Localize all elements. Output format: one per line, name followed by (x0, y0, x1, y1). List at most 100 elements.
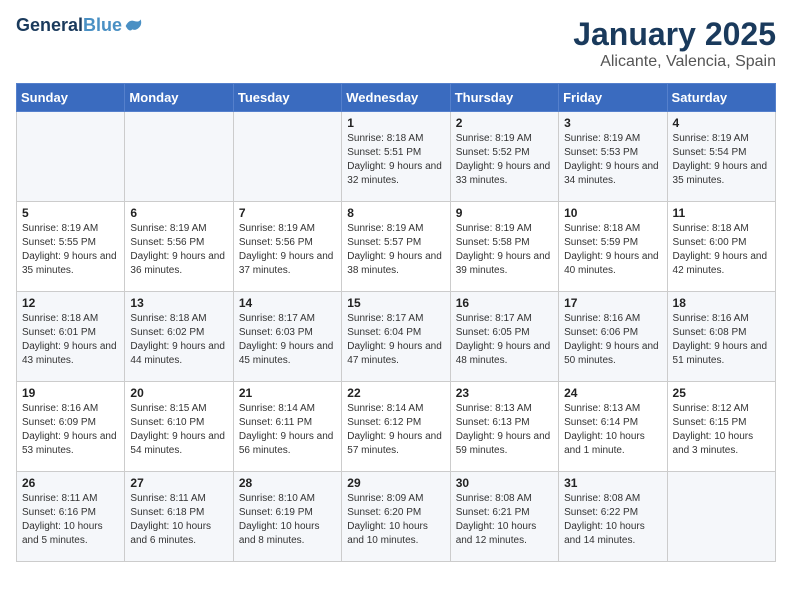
day-info: Sunrise: 8:10 AM Sunset: 6:19 PM Dayligh… (239, 492, 336, 548)
calendar-cell: 13 Sunrise: 8:18 AM Sunset: 6:02 PM Dayli… (125, 292, 233, 382)
day-info: Sunrise: 8:11 AM Sunset: 6:16 PM Dayligh… (22, 492, 119, 548)
day-number: 9 (456, 206, 553, 220)
day-number: 20 (130, 386, 227, 400)
day-number: 16 (456, 296, 553, 310)
day-info: Sunrise: 8:16 AM Sunset: 6:08 PM Dayligh… (673, 312, 770, 368)
day-number: 6 (130, 206, 227, 220)
calendar-cell: 28 Sunrise: 8:10 AM Sunset: 6:19 PM Dayli… (233, 472, 341, 562)
day-number: 11 (673, 206, 770, 220)
calendar-cell (125, 112, 233, 202)
day-number: 23 (456, 386, 553, 400)
calendar-week-row: 19 Sunrise: 8:16 AM Sunset: 6:09 PM Dayli… (17, 382, 776, 472)
weekday-header-cell: Saturday (667, 84, 775, 112)
calendar-cell: 30 Sunrise: 8:08 AM Sunset: 6:21 PM Dayli… (450, 472, 558, 562)
day-number: 15 (347, 296, 444, 310)
day-info: Sunrise: 8:18 AM Sunset: 6:01 PM Dayligh… (22, 312, 119, 368)
calendar-cell: 16 Sunrise: 8:17 AM Sunset: 6:05 PM Dayli… (450, 292, 558, 382)
day-info: Sunrise: 8:19 AM Sunset: 5:53 PM Dayligh… (564, 132, 661, 188)
calendar-cell: 1Sunrise: 8:18 AM Sunset: 5:51 PM Daylig… (342, 112, 450, 202)
page-header: GeneralBlue January 2025 Alicante, Valen… (16, 16, 776, 71)
day-number: 2 (456, 116, 553, 130)
calendar-cell: 6Sunrise: 8:19 AM Sunset: 5:56 PM Daylig… (125, 202, 233, 292)
calendar-cell (17, 112, 125, 202)
calendar-cell: 7 Sunrise: 8:19 AM Sunset: 5:56 PM Daylig… (233, 202, 341, 292)
logo-text: GeneralBlue (16, 16, 122, 36)
day-number: 25 (673, 386, 770, 400)
day-number: 14 (239, 296, 336, 310)
weekday-header-row: SundayMondayTuesdayWednesdayThursdayFrid… (17, 84, 776, 112)
day-info: Sunrise: 8:19 AM Sunset: 5:57 PM Dayligh… (347, 222, 444, 278)
day-info: Sunrise: 8:17 AM Sunset: 6:04 PM Dayligh… (347, 312, 444, 368)
title-block: January 2025 Alicante, Valencia, Spain (573, 16, 776, 71)
month-title: January 2025 (573, 16, 776, 53)
calendar-cell: 18 Sunrise: 8:16 AM Sunset: 6:08 PM Dayli… (667, 292, 775, 382)
day-number: 21 (239, 386, 336, 400)
calendar-cell: 26 Sunrise: 8:11 AM Sunset: 6:16 PM Dayli… (17, 472, 125, 562)
calendar-cell: 31 Sunrise: 8:08 AM Sunset: 6:22 PM Dayli… (559, 472, 667, 562)
day-number: 19 (22, 386, 119, 400)
calendar-cell: 24 Sunrise: 8:13 AM Sunset: 6:14 PM Dayli… (559, 382, 667, 472)
calendar-cell: 11 Sunrise: 8:18 AM Sunset: 6:00 PM Dayli… (667, 202, 775, 292)
day-number: 1 (347, 116, 444, 130)
day-number: 4 (673, 116, 770, 130)
calendar-cell: 8 Sunrise: 8:19 AM Sunset: 5:57 PM Daylig… (342, 202, 450, 292)
weekday-header-cell: Monday (125, 84, 233, 112)
day-number: 8 (347, 206, 444, 220)
logo: GeneralBlue (16, 16, 144, 36)
calendar-cell: 5Sunrise: 8:19 AM Sunset: 5:55 PM Daylig… (17, 202, 125, 292)
calendar-week-row: 1Sunrise: 8:18 AM Sunset: 5:51 PM Daylig… (17, 112, 776, 202)
day-info: Sunrise: 8:18 AM Sunset: 6:02 PM Dayligh… (130, 312, 227, 368)
calendar-cell: 4Sunrise: 8:19 AM Sunset: 5:54 PM Daylig… (667, 112, 775, 202)
calendar-week-row: 26 Sunrise: 8:11 AM Sunset: 6:16 PM Dayli… (17, 472, 776, 562)
day-number: 3 (564, 116, 661, 130)
day-info: Sunrise: 8:19 AM Sunset: 5:58 PM Dayligh… (456, 222, 553, 278)
day-number: 13 (130, 296, 227, 310)
calendar-cell: 29 Sunrise: 8:09 AM Sunset: 6:20 PM Dayli… (342, 472, 450, 562)
calendar-cell: 27 Sunrise: 8:11 AM Sunset: 6:18 PM Dayli… (125, 472, 233, 562)
day-number: 26 (22, 476, 119, 490)
location: Alicante, Valencia, Spain (573, 53, 776, 71)
day-info: Sunrise: 8:08 AM Sunset: 6:22 PM Dayligh… (564, 492, 661, 548)
calendar-cell: 21 Sunrise: 8:14 AM Sunset: 6:11 PM Dayli… (233, 382, 341, 472)
day-info: Sunrise: 8:19 AM Sunset: 5:56 PM Dayligh… (239, 222, 336, 278)
day-info: Sunrise: 8:12 AM Sunset: 6:15 PM Dayligh… (673, 402, 770, 458)
day-number: 30 (456, 476, 553, 490)
day-number: 7 (239, 206, 336, 220)
day-info: Sunrise: 8:17 AM Sunset: 6:03 PM Dayligh… (239, 312, 336, 368)
calendar-cell: 22Sunrise: 8:14 AM Sunset: 6:12 PM Dayli… (342, 382, 450, 472)
day-info: Sunrise: 8:17 AM Sunset: 6:05 PM Dayligh… (456, 312, 553, 368)
calendar-week-row: 5Sunrise: 8:19 AM Sunset: 5:55 PM Daylig… (17, 202, 776, 292)
day-info: Sunrise: 8:14 AM Sunset: 6:11 PM Dayligh… (239, 402, 336, 458)
day-number: 27 (130, 476, 227, 490)
calendar-cell: 20 Sunrise: 8:15 AM Sunset: 6:10 PM Dayli… (125, 382, 233, 472)
calendar-cell: 17Sunrise: 8:16 AM Sunset: 6:06 PM Dayli… (559, 292, 667, 382)
calendar-cell: 23Sunrise: 8:13 AM Sunset: 6:13 PM Dayli… (450, 382, 558, 472)
weekday-header-cell: Thursday (450, 84, 558, 112)
day-number: 28 (239, 476, 336, 490)
day-info: Sunrise: 8:11 AM Sunset: 6:18 PM Dayligh… (130, 492, 227, 548)
weekday-header-cell: Sunday (17, 84, 125, 112)
calendar-cell: 12 Sunrise: 8:18 AM Sunset: 6:01 PM Dayli… (17, 292, 125, 382)
calendar-cell (233, 112, 341, 202)
day-info: Sunrise: 8:18 AM Sunset: 6:00 PM Dayligh… (673, 222, 770, 278)
day-number: 18 (673, 296, 770, 310)
calendar-cell: 3 Sunrise: 8:19 AM Sunset: 5:53 PM Daylig… (559, 112, 667, 202)
day-info: Sunrise: 8:13 AM Sunset: 6:14 PM Dayligh… (564, 402, 661, 458)
day-number: 12 (22, 296, 119, 310)
day-info: Sunrise: 8:18 AM Sunset: 5:59 PM Dayligh… (564, 222, 661, 278)
logo-icon (124, 16, 144, 36)
calendar-table: SundayMondayTuesdayWednesdayThursdayFrid… (16, 83, 776, 562)
day-info: Sunrise: 8:09 AM Sunset: 6:20 PM Dayligh… (347, 492, 444, 548)
day-number: 29 (347, 476, 444, 490)
day-number: 31 (564, 476, 661, 490)
day-info: Sunrise: 8:15 AM Sunset: 6:10 PM Dayligh… (130, 402, 227, 458)
calendar-cell: 9 Sunrise: 8:19 AM Sunset: 5:58 PM Daylig… (450, 202, 558, 292)
calendar-week-row: 12 Sunrise: 8:18 AM Sunset: 6:01 PM Dayli… (17, 292, 776, 382)
day-number: 24 (564, 386, 661, 400)
day-info: Sunrise: 8:19 AM Sunset: 5:52 PM Dayligh… (456, 132, 553, 188)
day-info: Sunrise: 8:16 AM Sunset: 6:06 PM Dayligh… (564, 312, 661, 368)
calendar-cell: 25 Sunrise: 8:12 AM Sunset: 6:15 PM Dayli… (667, 382, 775, 472)
day-info: Sunrise: 8:08 AM Sunset: 6:21 PM Dayligh… (456, 492, 553, 548)
calendar-cell: 10Sunrise: 8:18 AM Sunset: 5:59 PM Dayli… (559, 202, 667, 292)
day-info: Sunrise: 8:16 AM Sunset: 6:09 PM Dayligh… (22, 402, 119, 458)
